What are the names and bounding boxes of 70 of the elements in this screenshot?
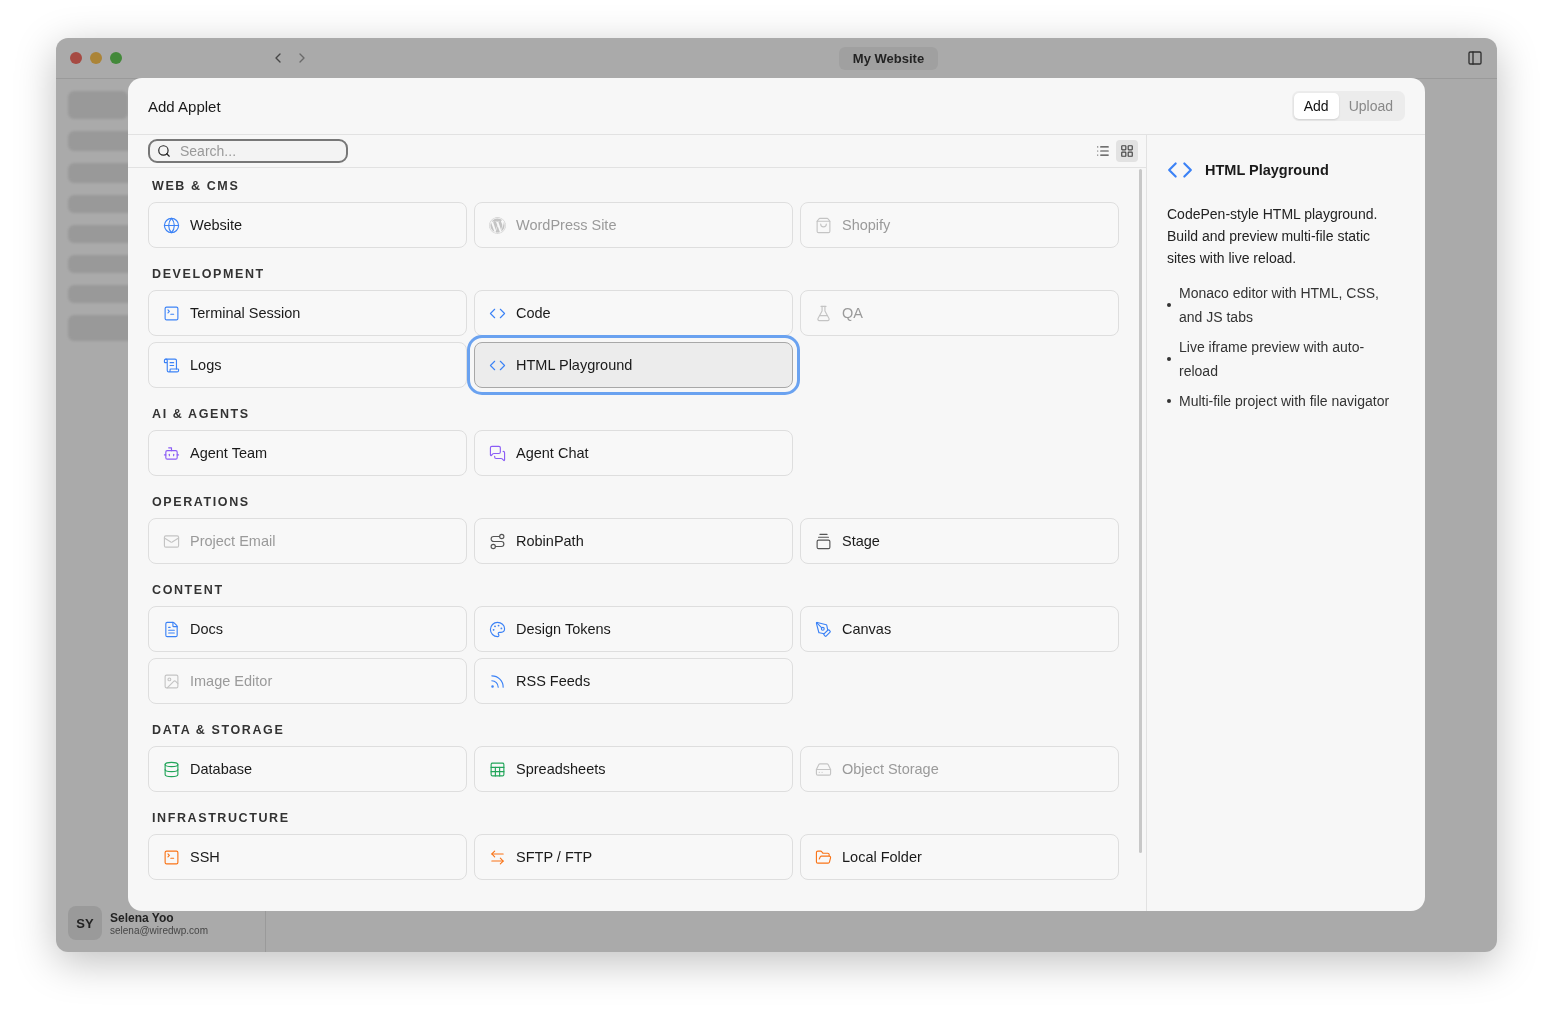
applet-card[interactable]: RSS Feeds xyxy=(474,658,793,704)
sidebar-toggle-icon[interactable] xyxy=(1467,50,1483,66)
storage-icon xyxy=(815,760,832,778)
chat-icon xyxy=(489,444,506,462)
applet-card[interactable]: Terminal Session xyxy=(148,290,467,336)
list-icon xyxy=(1096,144,1110,158)
scroll-icon xyxy=(163,356,180,374)
scrollbar-thumb[interactable] xyxy=(1139,169,1142,853)
feature-item: Multi-file project with file navigator xyxy=(1179,392,1390,411)
detail-title: HTML Playground xyxy=(1205,162,1329,178)
section-heading: WEB & CMS xyxy=(152,179,241,193)
globe-icon xyxy=(163,216,180,234)
user-name: Selena Yoo xyxy=(110,910,175,925)
mode-tab[interactable]: Add xyxy=(1293,93,1339,119)
search-icon xyxy=(157,144,171,158)
applet-card[interactable]: Database xyxy=(148,746,467,792)
applet-card[interactable]: RobinPath xyxy=(474,518,793,564)
folder-icon xyxy=(815,848,832,866)
shopping-bag-icon xyxy=(815,216,832,234)
section-heading: DEVELOPMENT xyxy=(152,267,266,281)
applet-card[interactable]: SSH xyxy=(148,834,467,880)
user-email: selena@wiredwp.com xyxy=(110,924,208,936)
section-heading: DATA & STORAGE xyxy=(152,723,286,737)
transfer-icon xyxy=(489,848,506,866)
search-field[interactable]: Search... xyxy=(148,139,348,163)
bullet-icon xyxy=(1167,303,1171,307)
detail-description: CodePen-style HTML playground. Build and preview multi-file static sites with live reload. xyxy=(1167,205,1379,268)
minimize-button[interactable] xyxy=(90,52,102,64)
section-heading: INFRASTRUCTURE xyxy=(152,811,291,825)
section-heading: CONTENT xyxy=(152,583,225,597)
applet-card[interactable]: Agent Team xyxy=(148,430,467,476)
applet-card[interactable]: SFTP / FTP xyxy=(474,834,793,880)
robot-icon xyxy=(163,444,180,462)
applet-card[interactable]: Website xyxy=(148,202,467,248)
applet-card[interactable]: Design Tokens xyxy=(474,606,793,652)
stack-icon xyxy=(815,532,832,550)
feature-item: Live iframe preview with auto-reload xyxy=(1179,338,1366,381)
close-button[interactable] xyxy=(70,52,82,64)
image-icon xyxy=(163,672,180,690)
terminal-icon xyxy=(163,304,180,322)
terminal-icon xyxy=(163,848,180,866)
mail-icon xyxy=(163,532,180,550)
pen-icon xyxy=(815,620,832,638)
applet-card[interactable]: Logs xyxy=(148,342,467,388)
section-heading: OPERATIONS xyxy=(152,495,251,509)
route-icon xyxy=(489,532,506,550)
zoom-button[interactable] xyxy=(110,52,122,64)
bullet-icon xyxy=(1167,357,1171,361)
database-icon xyxy=(163,760,180,778)
grid-view-button[interactable] xyxy=(1116,140,1138,162)
wordpress-icon xyxy=(489,216,506,234)
section-heading: AI & AGENTS xyxy=(152,407,251,421)
document-icon xyxy=(163,620,180,638)
bullet-icon xyxy=(1167,399,1171,403)
applet-card[interactable]: Agent Chat xyxy=(474,430,793,476)
applet-card[interactable]: Local Folder xyxy=(800,834,1119,880)
applet-card[interactable]: Stage xyxy=(800,518,1119,564)
applet-card[interactable]: Docs xyxy=(148,606,467,652)
applet-card[interactable]: Code xyxy=(474,290,793,336)
dialog-title: Add Applet xyxy=(148,97,221,115)
applet-card[interactable]: Spreadsheets xyxy=(474,746,793,792)
feature-item: Monaco editor with HTML, CSS, and JS tabs xyxy=(1179,284,1380,327)
palette-icon xyxy=(489,620,506,638)
flask-icon xyxy=(815,304,832,322)
spreadsheet-icon xyxy=(489,760,506,778)
window-title: My Website xyxy=(838,46,939,70)
applet-card[interactable]: Canvas xyxy=(800,606,1119,652)
user-avatar: SY xyxy=(68,906,102,940)
rss-icon xyxy=(489,672,506,690)
grid-icon xyxy=(1120,144,1134,158)
